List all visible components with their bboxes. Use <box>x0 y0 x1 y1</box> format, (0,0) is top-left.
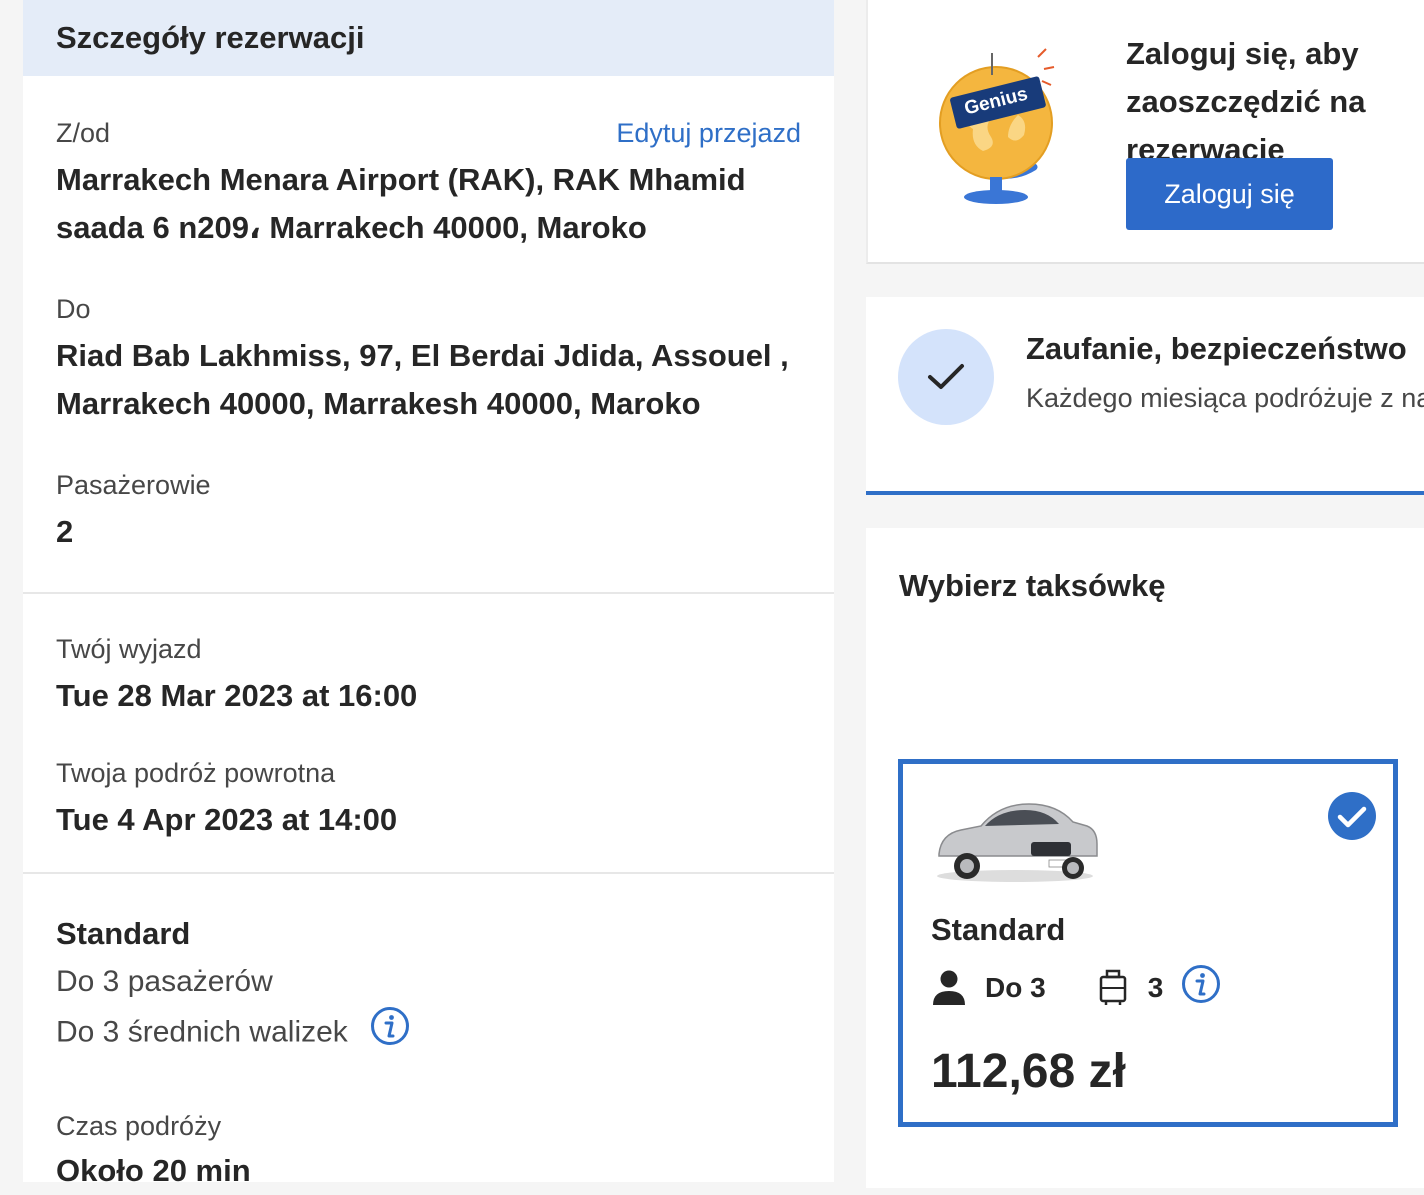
trust-title: Zaufanie, bezpieczeństwo <box>1026 331 1407 366</box>
passengers-value: 2 <box>56 514 74 549</box>
person-icon <box>931 969 967 1007</box>
travel-time-value: Około 20 min <box>56 1153 251 1188</box>
selected-check-icon <box>1327 791 1377 846</box>
to-label: Do <box>56 294 91 324</box>
taxi-option-passengers: Do 3 <box>985 972 1046 1003</box>
trust-card: Zaufanie, bezpieczeństwo Każdego miesiąc… <box>866 297 1424 495</box>
vehicle-luggage: Do 3 średnich walizek <box>56 1015 348 1049</box>
trust-subtitle: Każdego miesiąca podróżuje z nami <box>1026 383 1424 413</box>
taxi-option-standard[interactable]: Standard Do 3 3 112,68 zł <box>898 759 1398 1127</box>
departure-value: Tue 28 Mar 2023 at 16:00 <box>56 678 418 713</box>
reservation-details-header: Szczegóły rezerwacji <box>23 0 834 76</box>
reservation-details-title: Szczegóły rezerwacji <box>56 20 365 55</box>
vehicle-passengers: Do 3 pasażerów <box>56 965 273 998</box>
login-title: Zaloguj się, aby zaoszczędzić na rezerwa… <box>1126 36 1366 167</box>
travel-time-label: Czas podróży <box>56 1111 222 1141</box>
vehicle-name: Standard <box>56 916 191 951</box>
to-value: Riad Bab Lakhmiss, 97, El Berdai Jdida, … <box>56 338 789 421</box>
taxi-selection-card: Wybierz taksówkę Standard Do 3 3 112,68 … <box>866 528 1424 1188</box>
return-label: Twoja podróż powrotna <box>56 758 336 788</box>
departure-label: Twój wyjazd <box>56 634 202 664</box>
genius-globe-icon: Genius <box>930 45 1060 215</box>
from-value: Marrakech Menara Airport (RAK), RAK Mham… <box>56 162 746 245</box>
vehicle-luggage-row: Do 3 średnich walizek <box>56 1006 801 1061</box>
taxi-selection-title: Wybierz taksówkę <box>899 568 1166 603</box>
from-row: Z/od Edytuj przejazd <box>56 116 801 150</box>
taxi-option-luggage: 3 <box>1147 972 1164 1003</box>
edit-trip-link[interactable]: Edytuj przejazd <box>616 118 801 149</box>
taxi-info-icon[interactable] <box>1181 964 1221 1004</box>
car-image <box>931 796 1099 889</box>
taxi-option-name: Standard <box>931 912 1066 947</box>
login-card: Genius Zaloguj się, aby zaoszczędzić na … <box>866 0 1424 264</box>
info-icon[interactable] <box>370 1006 410 1061</box>
login-button[interactable]: Zaloguj się <box>1126 158 1333 230</box>
vehicle-section: Standard Do 3 pasażerów Do 3 średnich wa… <box>23 874 834 1195</box>
reservation-details-panel: Szczegóły rezerwacji Z/od Edytuj przejaz… <box>23 0 834 1188</box>
passengers-label: Pasażerowie <box>56 470 211 500</box>
taxi-option-capacity: Do 3 3 <box>931 965 1221 1007</box>
check-icon <box>898 329 994 425</box>
from-label: Z/od <box>56 118 111 148</box>
taxi-option-price: 112,68 zł <box>931 1045 1126 1098</box>
luggage-icon <box>1098 969 1128 1007</box>
route-section: Z/od Edytuj przejazd Marrakech Menara Ai… <box>23 76 834 594</box>
return-value: Tue 4 Apr 2023 at 14:00 <box>56 802 398 837</box>
dates-section: Twój wyjazd Tue 28 Mar 2023 at 16:00 Two… <box>23 594 834 874</box>
